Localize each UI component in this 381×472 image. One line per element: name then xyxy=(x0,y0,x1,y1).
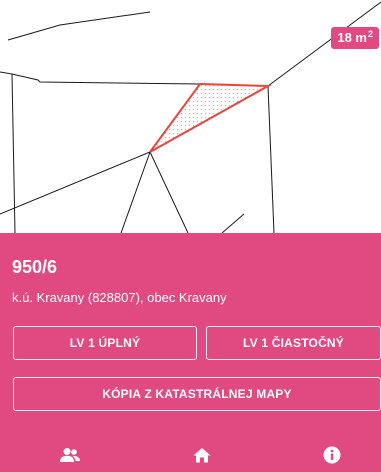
parcel-number: 950/6 xyxy=(12,257,58,277)
area-unit-superscript: 2 xyxy=(367,29,373,39)
parcel-location: k.ú. Kravany (828807), obec Kravany xyxy=(12,290,227,305)
cadastral-map[interactable]: 18 m2 xyxy=(0,0,381,233)
nav-info[interactable] xyxy=(320,445,344,465)
nav-owners[interactable] xyxy=(58,445,82,465)
home-icon xyxy=(193,448,211,463)
users-icon xyxy=(60,448,80,462)
map-copy-button[interactable]: KÓPIA Z KATASTRÁLNEJ MAPY xyxy=(13,377,381,411)
parcel-info-panel: 950/6 k.ú. Kravany (828807), obec Kravan… xyxy=(0,233,381,472)
nav-home[interactable] xyxy=(190,445,214,465)
area-badge: 18 m2 xyxy=(331,27,379,49)
bottom-navigation xyxy=(0,433,381,472)
lv-partial-button[interactable]: LV 1 ČIASTOČNÝ xyxy=(206,326,381,360)
lv-full-button[interactable]: LV 1 ÚPLNÝ xyxy=(13,326,197,360)
area-value: 18 m xyxy=(337,30,367,45)
selected-parcel[interactable] xyxy=(149,82,272,153)
info-icon xyxy=(323,446,341,464)
map-canvas xyxy=(0,1,381,233)
